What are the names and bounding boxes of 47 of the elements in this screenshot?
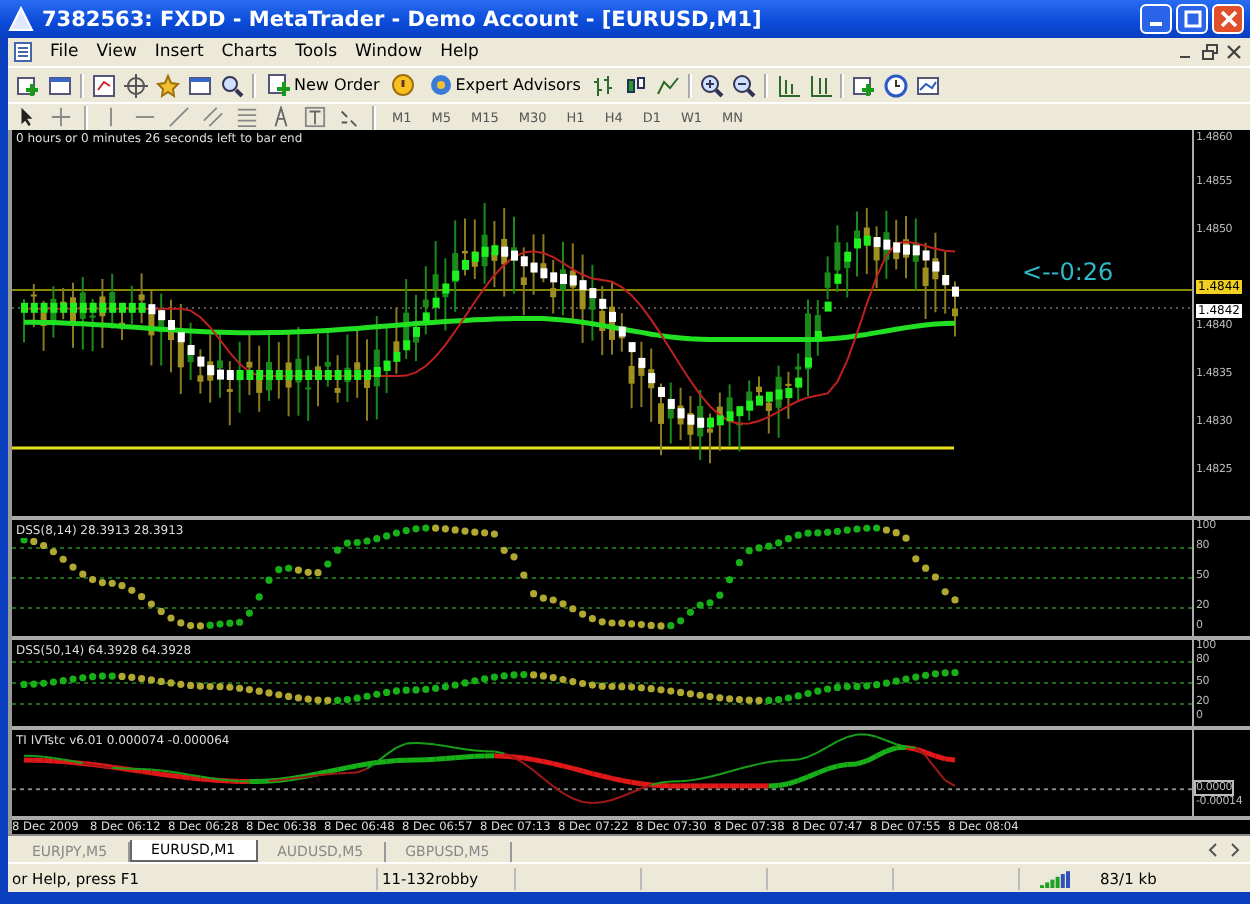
timer-label: <--0:26 <box>1022 258 1114 286</box>
crosshair-icon[interactable] <box>50 106 72 128</box>
menu-item[interactable]: Window <box>355 42 423 62</box>
chart-icon[interactable] <box>92 73 116 97</box>
label-icon[interactable] <box>304 106 326 128</box>
zoom-out-icon[interactable] <box>732 73 757 97</box>
warning-icon[interactable] <box>391 74 414 96</box>
close-button[interactable] <box>1212 4 1244 34</box>
plus-icon[interactable] <box>852 73 877 97</box>
expert-advisors-button[interactable]: Expert Advisors <box>425 74 585 96</box>
new-document-icon <box>268 74 290 96</box>
trend-icon[interactable] <box>168 106 190 128</box>
new-order-button[interactable]: New Order <box>264 74 418 96</box>
close-icon <box>1219 10 1237 28</box>
connection-bars-icon <box>1040 869 1072 887</box>
menu-item[interactable]: Help <box>440 42 479 62</box>
close-icon[interactable] <box>1226 44 1242 60</box>
text-icon[interactable] <box>270 106 292 128</box>
channel-icon[interactable] <box>202 106 224 128</box>
menu-item[interactable]: Insert <box>154 42 204 62</box>
candle-icon[interactable] <box>624 73 649 97</box>
clock-icon[interactable] <box>884 73 909 97</box>
menu-item[interactable]: File <box>50 42 79 62</box>
menu-item[interactable]: View <box>96 42 137 62</box>
zoom-in-icon[interactable] <box>700 73 725 97</box>
tab-scroll-arrows-icon[interactable] <box>1206 841 1242 857</box>
fibo-icon[interactable] <box>236 106 258 128</box>
window-title: 7382563: FXDD - MetaTrader - Demo Account - [EURUSD,M1] <box>42 7 762 31</box>
menu-item[interactable]: Charts <box>221 42 278 62</box>
app-icon <box>8 6 34 32</box>
minimize-button[interactable] <box>1140 4 1172 34</box>
star-icon[interactable] <box>156 73 180 97</box>
zoom-icon[interactable] <box>220 73 244 97</box>
maximize-button[interactable] <box>1176 4 1208 34</box>
window-icon[interactable] <box>48 73 72 97</box>
cursor-icon[interactable] <box>16 106 38 128</box>
template-icon[interactable] <box>916 73 941 97</box>
menu-item[interactable]: Tools <box>295 42 338 62</box>
plus-icon[interactable] <box>16 73 40 97</box>
line-icon[interactable] <box>656 73 681 97</box>
restore-icon[interactable] <box>1202 44 1218 60</box>
maximize-icon <box>1183 10 1201 28</box>
crosshair-icon[interactable] <box>124 73 148 97</box>
document-icon <box>14 42 32 62</box>
expert-icon <box>429 74 452 96</box>
bars-icon[interactable] <box>592 73 617 97</box>
window-icon[interactable] <box>188 73 212 97</box>
